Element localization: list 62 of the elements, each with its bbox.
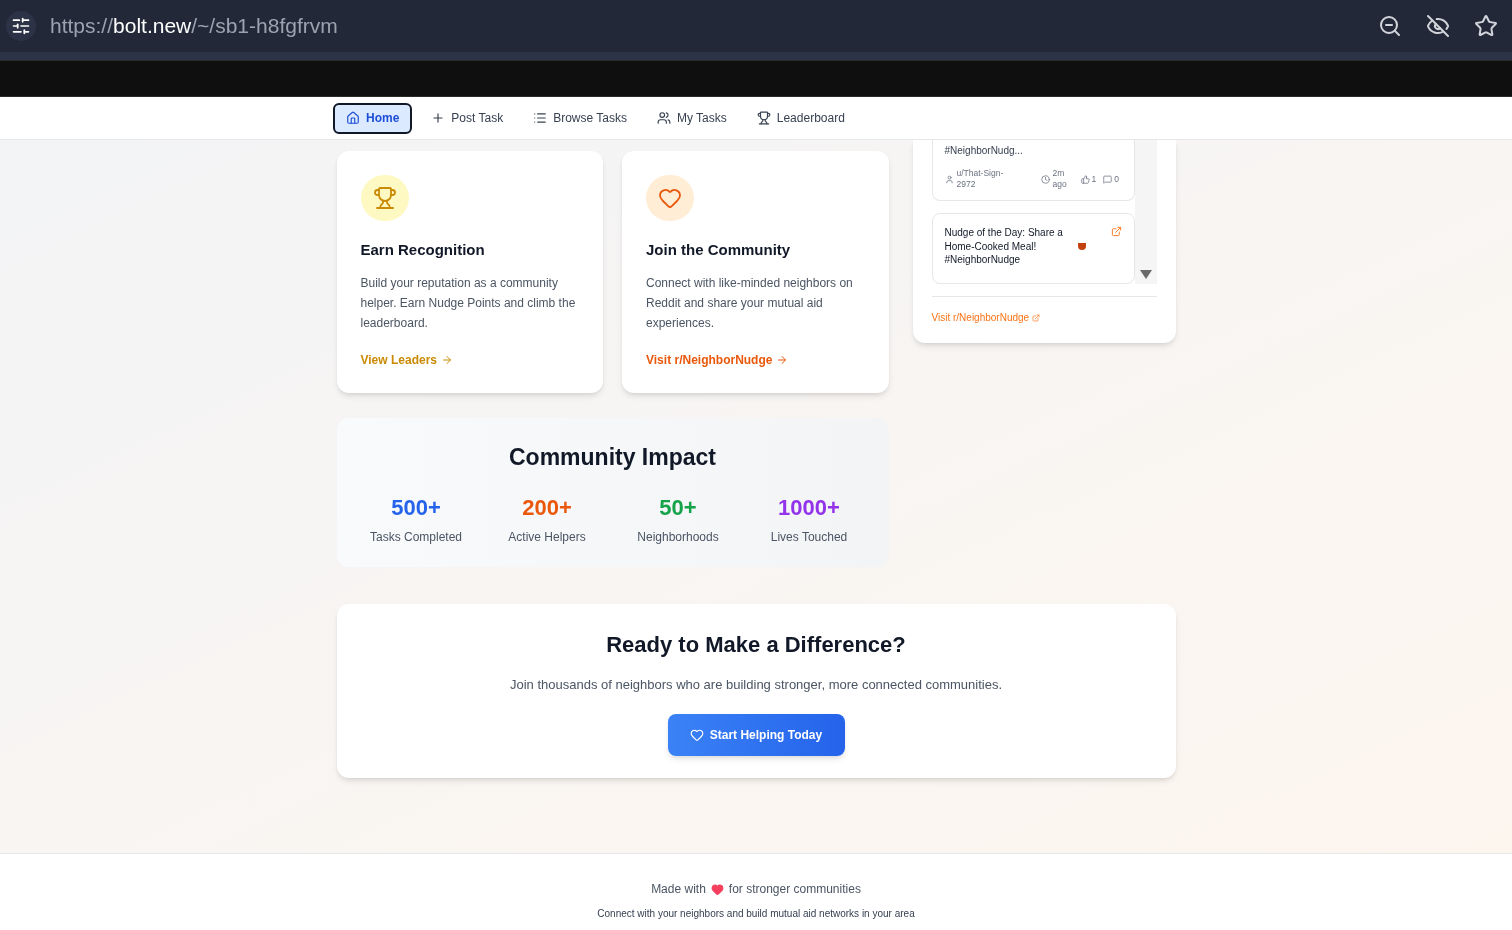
- vote-count: 1: [1091, 173, 1097, 185]
- plus-icon: [431, 111, 446, 125]
- stat-label: Lives Touched: [770, 528, 848, 546]
- nav-tab[interactable]: Post Task: [420, 102, 515, 134]
- external-link-icon: [1032, 313, 1041, 322]
- post-hashtag: #NeighborNudge: [944, 253, 1022, 267]
- card-text: Connect with like-minded neighbors on Reddit and share your mutual aid experiences.: [646, 275, 854, 332]
- nav-tab[interactable]: Home: [333, 102, 413, 134]
- stat-label: Neighborhoods: [637, 528, 719, 546]
- footer-text: for stronger communities: [728, 881, 861, 898]
- external-link-icon[interactable]: [1110, 226, 1122, 237]
- arrow-icon: [776, 354, 789, 366]
- url-path: /~/sb1-h8fgfrvm: [191, 13, 338, 40]
- arrow-icon: [441, 354, 453, 366]
- heart-icon: [689, 727, 704, 742]
- stat-value: 1000+: [778, 493, 840, 522]
- thumbs-up-icon: [1080, 174, 1090, 184]
- home-icon: [346, 111, 360, 125]
- post-title: Nudge of the Day: Share a Home-Cooked Meal!: [944, 226, 1064, 253]
- stat-label: Active Helpers: [508, 528, 586, 546]
- post-title: #NeighborNudg...: [944, 144, 1024, 158]
- site-settings-button[interactable]: [6, 11, 36, 41]
- url-scheme: https://: [50, 13, 114, 40]
- scrollbar[interactable]: [1134, 140, 1157, 284]
- post-time: 2m ago: [1052, 168, 1068, 190]
- url-host: bolt.new: [113, 13, 192, 40]
- post-card[interactable]: Nudge of the Day: Share a Home-Cooked Meal! #NeighborNudge: [931, 213, 1135, 284]
- card-link[interactable]: Visit r/NeighborNudge: [646, 351, 789, 369]
- card-title: Join the Community: [646, 239, 792, 260]
- user-icon: [944, 174, 954, 184]
- users-icon: [656, 111, 671, 125]
- stat-value: 50+: [659, 493, 697, 522]
- footer-tagline: Connect with your neighbors and build mutual aid networks in your area: [597, 907, 915, 921]
- comment-count: 0: [1114, 173, 1119, 185]
- scroll-down-icon[interactable]: [1139, 270, 1152, 279]
- nav-tab[interactable]: My Tasks: [645, 102, 738, 134]
- cta-title: Ready to Make a Difference?: [606, 631, 906, 659]
- trophy-icon: [756, 111, 771, 125]
- zoom-icon[interactable]: [1378, 14, 1402, 38]
- sliders-icon: [11, 16, 31, 36]
- bookmark-star-icon[interactable]: [1474, 14, 1498, 38]
- cta-text: Join thousands of neighbors who are building stronger, more connected communities.: [509, 676, 1003, 694]
- post-card[interactable]: #NeighborNudg... u/That-Sign-2972 2m ago 1 0: [931, 140, 1135, 201]
- stat-value: 200+: [522, 493, 572, 522]
- card-text: Build your reputation as a community helper. Earn Nudge Points and climb the leaderboard.: [360, 275, 577, 332]
- stat-value: 500+: [391, 493, 441, 522]
- footer-text: Made with: [651, 881, 706, 898]
- card-title: Earn Recognition: [360, 239, 486, 260]
- heart-icon: [710, 882, 724, 896]
- nav-tab[interactable]: Leaderboard: [745, 102, 856, 134]
- trophy-icon: [372, 185, 397, 210]
- list-icon: [533, 111, 548, 125]
- eye-off-icon[interactable]: [1426, 14, 1450, 38]
- address-bar[interactable]: https://bolt.new/~/sb1-h8fgfrvm: [50, 10, 338, 42]
- start-helping-button[interactable]: Start Helping Today: [667, 713, 845, 756]
- clock-icon: [1040, 174, 1050, 184]
- impact-title: Community Impact: [509, 443, 716, 472]
- nav-tab[interactable]: Browse Tasks: [522, 102, 638, 134]
- stat-label: Tasks Completed: [369, 528, 462, 546]
- bowl-icon: [1077, 243, 1086, 250]
- comment-icon: [1103, 174, 1113, 184]
- post-author: u/That-Sign-2972: [956, 168, 1005, 190]
